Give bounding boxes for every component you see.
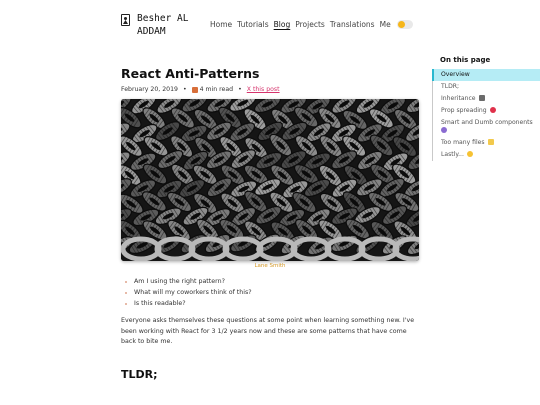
folder-icon bbox=[487, 139, 494, 145]
main-nav: Home Tutorials Blog Projects Translation… bbox=[210, 20, 413, 29]
meta-separator: • bbox=[238, 86, 242, 93]
article-meta: February 20, 2019 • 4 min read • X this … bbox=[121, 86, 419, 93]
broken-heart-icon bbox=[489, 107, 496, 113]
article-title: React Anti-Patterns bbox=[121, 66, 260, 81]
tires-photo bbox=[121, 99, 419, 261]
family-emoji-icon bbox=[478, 95, 485, 101]
meta-separator: • bbox=[182, 86, 187, 93]
toc-item-label: Overview bbox=[441, 71, 470, 78]
thinking-face-icon bbox=[466, 151, 473, 157]
article-date: February 20, 2019 bbox=[121, 86, 178, 93]
nav-projects[interactable]: Projects bbox=[295, 20, 325, 29]
toc-item-too-many-files[interactable]: Too many files bbox=[433, 137, 540, 149]
portrait-icon bbox=[121, 14, 130, 26]
toc-item-inheritance[interactable]: Inheritance bbox=[433, 93, 540, 105]
intro-paragraph: Everyone asks themselves these questions… bbox=[121, 317, 415, 346]
toc-item-label: Prop spreading bbox=[441, 107, 487, 114]
section-heading-tldr: TLDR; bbox=[121, 367, 158, 381]
list-item: Is this readable? bbox=[121, 300, 419, 307]
site-name[interactable]: Besher AL ADDAM bbox=[137, 12, 207, 38]
nav-home[interactable]: Home bbox=[210, 20, 232, 29]
toc-item-label: TLDR; bbox=[441, 83, 460, 90]
toc-list: Overview TLDR; Inheritance Prop spreadin… bbox=[432, 69, 540, 161]
site-header: Besher AL ADDAM Home Tutorials Blog Proj… bbox=[121, 12, 421, 42]
nav-tutorials[interactable]: Tutorials bbox=[237, 20, 268, 29]
nav-translations[interactable]: Translations bbox=[330, 20, 375, 29]
list-item: What will my coworkers think of this? bbox=[121, 289, 419, 296]
toc-item-smart-dumb[interactable]: Smart and Dumb components bbox=[433, 117, 540, 137]
sun-icon bbox=[397, 21, 405, 28]
toc-item-label: Too many files bbox=[441, 139, 485, 146]
image-caption[interactable]: Lane Smith bbox=[121, 263, 419, 269]
article: React Anti-Patterns February 20, 2019 • … bbox=[121, 66, 419, 381]
toc-item-label: Inheritance bbox=[441, 95, 476, 102]
toc-item-lastly[interactable]: Lastly... bbox=[433, 149, 540, 161]
theme-toggle[interactable] bbox=[396, 20, 413, 29]
question-list: Am I using the right pattern? What will … bbox=[121, 278, 419, 307]
nav-blog[interactable]: Blog bbox=[274, 20, 291, 29]
read-time: 4 min read bbox=[199, 86, 234, 93]
toc-item-label: Lastly... bbox=[441, 151, 464, 158]
site-logo[interactable]: Besher AL ADDAM bbox=[121, 12, 207, 38]
list-item: Am I using the right pattern? bbox=[121, 278, 419, 285]
toc-item-tldr[interactable]: TLDR; bbox=[433, 81, 540, 93]
toc-item-prop-spreading[interactable]: Prop spreading bbox=[433, 105, 540, 117]
share-on-x-link[interactable]: X this post bbox=[247, 86, 280, 93]
hero-image bbox=[121, 99, 419, 261]
toc-item-overview[interactable]: Overview bbox=[432, 69, 540, 81]
book-icon bbox=[191, 86, 198, 93]
nav-me[interactable]: Me bbox=[380, 20, 391, 29]
theater-masks-icon bbox=[441, 127, 447, 133]
toc-title: On this page bbox=[440, 56, 491, 64]
toc-item-label: Smart and Dumb components bbox=[441, 119, 533, 126]
table-of-contents: On this page Overview TLDR; Inheritance … bbox=[432, 56, 540, 161]
